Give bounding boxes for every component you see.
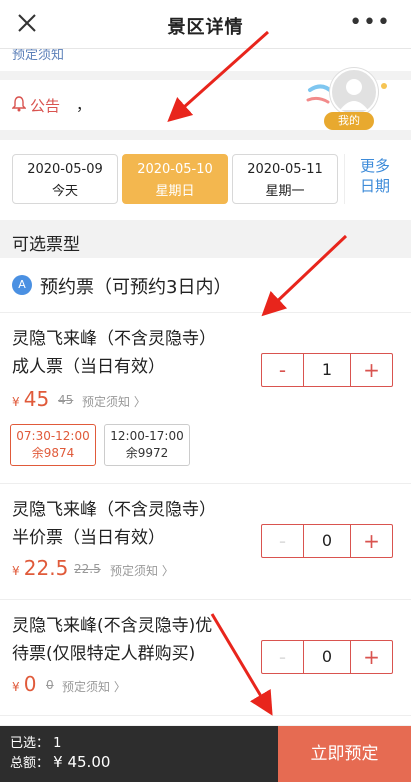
time-slot-remaining: 余9874 [31, 446, 75, 460]
date-label: 2020-05-10 [137, 162, 213, 177]
checkout-bar: 已选： 1 总额： ¥ 45.00 立即预定 [0, 726, 411, 782]
date-selector: 2020-05-09 今天 2020-05-10 星期日 2020-05-11 … [0, 140, 411, 220]
quantity-stepper: - 0 + [261, 640, 393, 674]
currency-symbol: ¥ [12, 564, 20, 578]
total-label: 总额： [10, 756, 50, 771]
reservation-icon: A [12, 275, 32, 295]
chevron-right-icon: 〉 [113, 680, 126, 694]
minus-button[interactable]: - [262, 354, 304, 386]
plus-button[interactable]: + [350, 525, 392, 557]
date-label: 2020-05-09 [27, 162, 103, 177]
currency-symbol: ¥ [12, 680, 20, 694]
total-amount: ¥ 45.00 [53, 753, 111, 771]
time-slot-remaining: 余9972 [125, 446, 169, 460]
ticket-notice-link[interactable]: 预定须知 〉 [62, 678, 126, 695]
weekday-label: 星期日 [155, 184, 195, 199]
plus-button[interactable]: + [350, 354, 392, 386]
date-label: 2020-05-11 [247, 162, 323, 177]
time-slot-time: 12:00-17:00 [110, 429, 184, 443]
original-price: 22.5 [74, 562, 101, 576]
notice-link-text: 预定须知 [82, 395, 131, 409]
ticket-notice-link[interactable]: 预定须知 〉 [110, 562, 174, 579]
ticket-price: ¥ 45 [12, 387, 49, 411]
more-dates-line1: 更多 [359, 157, 390, 175]
quantity-value[interactable]: 0 [304, 641, 350, 673]
ticket-name: 灵隐飞来峰（不含灵隐寺） 半价票（当日有效） [12, 496, 252, 552]
booking-notice-link[interactable]: 预定须知 [12, 49, 64, 63]
date-option-2[interactable]: 2020-05-10 星期日 [122, 154, 228, 204]
top-bar: 景区详情 ••• [0, 0, 411, 49]
quantity-stepper: - 1 + [261, 353, 393, 387]
ticket-price: ¥ 22.5 [12, 556, 68, 580]
quantity-value[interactable]: 0 [304, 525, 350, 557]
price-value: 0 [23, 672, 37, 696]
ticket-group-header: A 预约票（可预约3日内） [0, 258, 411, 313]
time-slot-option[interactable]: 07:30-12:00 余9874 [10, 424, 96, 466]
selected-label: 已选： [10, 736, 50, 751]
notice-link-text: 预定须知 [110, 564, 159, 578]
ticket-name-line2: 待票(仅限特定人群购买) [12, 644, 196, 664]
ticket-name: 灵隐飞来峰(不含灵隐寺)优 待票(仅限特定人群购买) [12, 612, 252, 668]
ticket-price: ¥ 0 [12, 672, 37, 696]
ticket-name-line1: 灵隐飞来峰（不含灵隐寺） [12, 500, 216, 520]
notice-link-text: 预定须知 [62, 680, 111, 694]
my-badge: 我的 [324, 112, 374, 130]
time-slot-option[interactable]: 12:00-17:00 余9972 [104, 424, 190, 466]
announcement-label: 公告 [30, 97, 61, 115]
minus-button[interactable]: - [262, 525, 304, 557]
currency-symbol: ¥ [12, 395, 20, 409]
ticket-notice-link[interactable]: 预定须知 〉 [82, 393, 146, 410]
weekday-label: 星期一 [265, 184, 305, 199]
section-title: 可选票型 [12, 235, 80, 255]
selected-count: 1 [53, 736, 62, 751]
bell-icon [12, 96, 26, 112]
divider [344, 154, 345, 204]
ticket-name-line2: 半价票（当日有效） [12, 528, 165, 548]
announcement-text: ， [76, 96, 92, 114]
book-now-button[interactable]: 立即预定 [278, 726, 411, 782]
ticket-name-line1: 灵隐飞来峰（不含灵隐寺） [12, 329, 216, 349]
chevron-right-icon: 〉 [133, 395, 146, 409]
more-dates-line2: 日期 [359, 177, 390, 195]
price-value: 22.5 [23, 556, 69, 580]
date-option-1[interactable]: 2020-05-09 今天 [12, 154, 118, 204]
weekday-label: 今天 [51, 184, 78, 199]
avatar [330, 68, 378, 116]
user-silhouette-icon [340, 79, 368, 110]
quantity-value[interactable]: 1 [304, 354, 350, 386]
ticket-name-line2: 成人票（当日有效） [12, 357, 165, 377]
plus-button[interactable]: + [350, 641, 392, 673]
original-price: 0 [46, 678, 54, 692]
my-account-float[interactable]: 我的 [302, 62, 392, 132]
date-option-3[interactable]: 2020-05-11 星期一 [232, 154, 338, 204]
more-dates-button[interactable]: 更多 日期 [350, 156, 400, 196]
original-price: 45 [58, 393, 74, 407]
chevron-right-icon: 〉 [161, 564, 174, 578]
order-summary: 已选： 1 总额： ¥ 45.00 [10, 734, 110, 773]
ticket-list: A 预约票（可预约3日内） 灵隐飞来峰（不含灵隐寺） 成人票（当日有效） ¥ 4… [0, 258, 411, 725]
ticket-item: 灵隐飞来峰（不含灵隐寺） 半价票（当日有效） ¥ 22.5 22.5 预定须知 … [0, 484, 411, 600]
price-value: 45 [23, 387, 50, 411]
time-slot-time: 07:30-12:00 [16, 429, 90, 443]
ticket-item: 灵隐飞来峰（不含灵隐寺） 成人票（当日有效） ¥ 45 45 预定须知 〉 - … [0, 313, 411, 484]
ticket-name-line1: 灵隐飞来峰(不含灵隐寺)优 [12, 616, 213, 636]
ticket-item: 灵隐飞来峰(不含灵隐寺)优 待票(仅限特定人群购买) ¥ 0 0 预定须知 〉 … [0, 600, 411, 716]
minus-button[interactable]: - [262, 641, 304, 673]
ticket-group-title: 预约票（可预约3日内） [40, 277, 232, 298]
ticket-name: 灵隐飞来峰（不含灵隐寺） 成人票（当日有效） [12, 325, 252, 381]
quantity-stepper: - 0 + [261, 524, 393, 558]
more-menu-icon[interactable]: ••• [349, 12, 391, 34]
